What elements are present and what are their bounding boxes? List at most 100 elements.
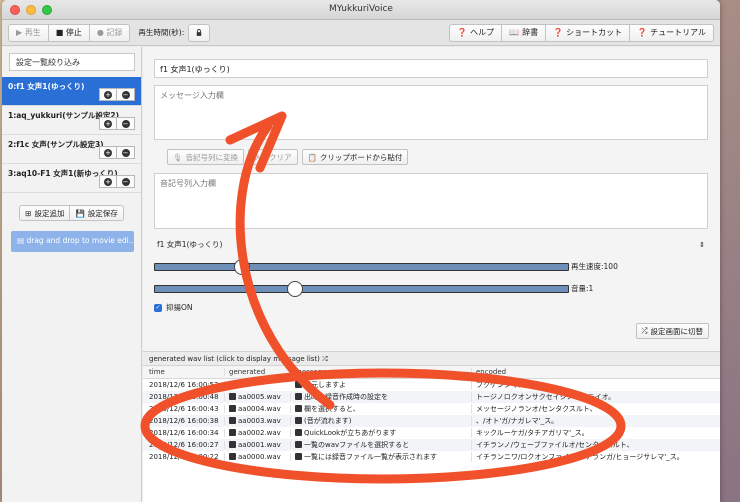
- shortcut-label: ショートカット: [566, 28, 623, 37]
- column-encoded[interactable]: encoded: [472, 368, 720, 376]
- microphone-icon: 🎙: [173, 152, 183, 162]
- row-file: aa0001.wav: [225, 441, 291, 449]
- record-button[interactable]: ● 記録: [89, 23, 131, 42]
- message-input[interactable]: メッセージ入力欄: [154, 85, 708, 140]
- plus-icon: +: [104, 148, 112, 157]
- plus-button[interactable]: +: [99, 175, 117, 188]
- tutorial-button[interactable]: ❓ チュートリアル: [630, 23, 714, 42]
- sidebar-item-3[interactable]: 3:aq10-F1 女声1(新ゆっくり) + −: [2, 164, 141, 193]
- inflection-checkbox-row: ✓ 抑揚ON: [154, 302, 193, 313]
- plus-square-icon: ⊞: [25, 208, 32, 218]
- minus-icon: −: [121, 119, 130, 128]
- minus-button[interactable]: −: [117, 175, 135, 188]
- voice-name-field[interactable]: f1 女声1(ゆっくり): [154, 59, 708, 78]
- message-icon: [295, 441, 302, 448]
- volume-slider-thumb[interactable]: [287, 280, 304, 297]
- table-row[interactable]: 2018/12/6 16:00:27 aa0001.wav 一覧のwavファイル…: [143, 439, 720, 451]
- lock-button[interactable]: [188, 23, 211, 42]
- window-title: MYukkuriVoice: [329, 4, 393, 14]
- question-icon: ❓: [553, 28, 564, 37]
- drag-to-movie-editor-handle[interactable]: ▤ drag and drop to movie edi...: [11, 231, 134, 252]
- file-icon: [229, 405, 236, 412]
- volume-slider-row: 音量:1: [154, 280, 593, 297]
- row-file: aa0003.wav: [225, 417, 291, 425]
- paste-from-clipboard-button[interactable]: 📋 クリップボードから貼付: [301, 149, 409, 165]
- plus-button[interactable]: +: [99, 88, 117, 101]
- column-time[interactable]: time: [143, 368, 225, 376]
- inflection-checkbox[interactable]: ✓: [154, 303, 162, 312]
- table-row[interactable]: 2018/12/6 16:00:43 aa0004.wav 欄を選択すると、 メ…: [143, 403, 720, 415]
- clear-input-button[interactable]: 入力クリア: [248, 149, 298, 165]
- row-time: 2018/12/6 16:00:34: [143, 429, 225, 437]
- stop-button[interactable]: ■ 停止: [48, 23, 90, 42]
- row-encoded: キックルーケガ/タチアガリマ'_ス。: [476, 429, 589, 437]
- table-row[interactable]: 2018/12/6 16:00:22 aa0000.wav 一覧には録音ファイル…: [143, 451, 720, 463]
- lock-icon: [196, 29, 202, 36]
- voice-select[interactable]: f1 女声1(ゆっくり) ⇕: [154, 238, 708, 251]
- convert-to-phonetic-button[interactable]: 🎙 音記号列に変換: [167, 149, 245, 165]
- column-generated[interactable]: generated: [225, 368, 291, 376]
- volume-slider[interactable]: [154, 280, 569, 297]
- shuffle-icon: ⤮: [322, 355, 328, 363]
- table-row[interactable]: 2018/12/6 16:00:48 aa0005.wav 出時の録音作成時の設…: [143, 391, 720, 403]
- row-message-text: 欄を選択すると、: [304, 405, 360, 413]
- row-encoded: フクゲンシマスヨ: [476, 381, 532, 389]
- book-icon: 📖: [509, 28, 520, 37]
- plus-button[interactable]: +: [99, 146, 117, 159]
- row-file-name: aa0002.wav: [238, 429, 281, 437]
- settings-filter-input[interactable]: 設定一覧絞り込み: [9, 53, 135, 71]
- row-message-text: 出時の録音作成時の設定を: [304, 393, 388, 401]
- row-time: 2018/12/6 16:00:48: [143, 393, 225, 401]
- row-time: 2018/12/6 16:00:27: [143, 441, 225, 449]
- switch-label: 設定画面に切替: [650, 326, 704, 336]
- column-message[interactable]: message: [291, 368, 472, 376]
- minus-button[interactable]: −: [117, 117, 135, 130]
- row-time: 2018/12/6 16:00:38: [143, 417, 225, 425]
- speed-slider-thumb[interactable]: [233, 258, 250, 275]
- row-message-text: 一覧には録音ファイル一覧が表示されます: [304, 453, 437, 461]
- speed-slider[interactable]: [154, 258, 569, 275]
- play-button[interactable]: ▶ 再生: [8, 23, 49, 42]
- switch-to-settings-button[interactable]: ⤮ 設定画面に切替: [635, 323, 709, 339]
- plus-button[interactable]: +: [99, 117, 117, 130]
- save-setting-button[interactable]: 💾 設定保存: [70, 205, 124, 221]
- row-message-text: QuickLookが立ちあがります: [304, 429, 397, 437]
- help-label: ヘルプ: [470, 28, 495, 37]
- toolbar: ▶ 再生 ■ 停止 ● 記録 再生時間(秒): ❓ ヘルプ 📖 辞書 ❓ ショートカッ…: [2, 20, 720, 46]
- sidebar-item-1[interactable]: 1:aq_yukkuri(サンプル設定2) + −: [2, 106, 141, 135]
- row-file-name: aa0005.wav: [238, 393, 281, 401]
- table-row[interactable]: 2018/12/6 16:00:52 復元しますよ フクゲンシマスヨ: [143, 379, 720, 391]
- help-button[interactable]: ❓ ヘルプ: [449, 23, 503, 42]
- minus-button[interactable]: −: [117, 146, 135, 159]
- phonetic-input[interactable]: 音記号列入力欄: [154, 173, 708, 229]
- table-row[interactable]: 2018/12/6 16:00:38 aa0003.wav (音が流れます) 、…: [143, 415, 720, 427]
- file-icon: [229, 417, 236, 424]
- shuffle-icon: ⤮: [641, 326, 648, 335]
- dictionary-label: 辞書: [522, 28, 539, 37]
- table-header: time generated message encoded: [143, 366, 720, 379]
- dictionary-button[interactable]: 📖 辞書: [502, 23, 547, 42]
- sidebar-item-2[interactable]: 2:f1c 女声(サンプル設定3) + −: [2, 135, 141, 164]
- add-setting-button[interactable]: ⊞ 設定追加: [19, 205, 71, 221]
- row-message: 出時の録音作成時の設定を: [291, 392, 472, 402]
- row-time: 2018/12/6 16:00:43: [143, 405, 225, 413]
- sidebar-item-0[interactable]: 0:f1 女声1(ゆっくり) + −: [2, 77, 141, 106]
- table-row[interactable]: 2018/12/6 16:00:34 aa0002.wav QuickLookが…: [143, 427, 720, 439]
- file-icon: [229, 453, 236, 460]
- row-file-name: aa0000.wav: [238, 453, 281, 461]
- convert-label: 音記号列に変換: [185, 152, 239, 162]
- inflection-label: 抑揚ON: [166, 303, 193, 312]
- speed-label: 再生速度:100: [571, 262, 618, 271]
- paste-label: クリップボードから貼付: [319, 152, 403, 162]
- row-file: aa0005.wav: [225, 393, 291, 401]
- row-file-name: aa0001.wav: [238, 441, 281, 449]
- tutorial-label: チュートリアル: [650, 28, 706, 37]
- plus-icon: +: [104, 90, 112, 99]
- shortcut-button[interactable]: ❓ ショートカット: [546, 23, 631, 42]
- clear-label: 入力クリア: [254, 152, 292, 162]
- minus-button[interactable]: −: [117, 88, 135, 101]
- row-time: 2018/12/6 16:00:22: [143, 453, 225, 461]
- row-encoded: メッセージノランオ/センタクスルト、: [476, 405, 597, 413]
- plus-icon: +: [104, 177, 112, 186]
- wav-list-header[interactable]: generated wav list (click to display mes…: [143, 351, 720, 366]
